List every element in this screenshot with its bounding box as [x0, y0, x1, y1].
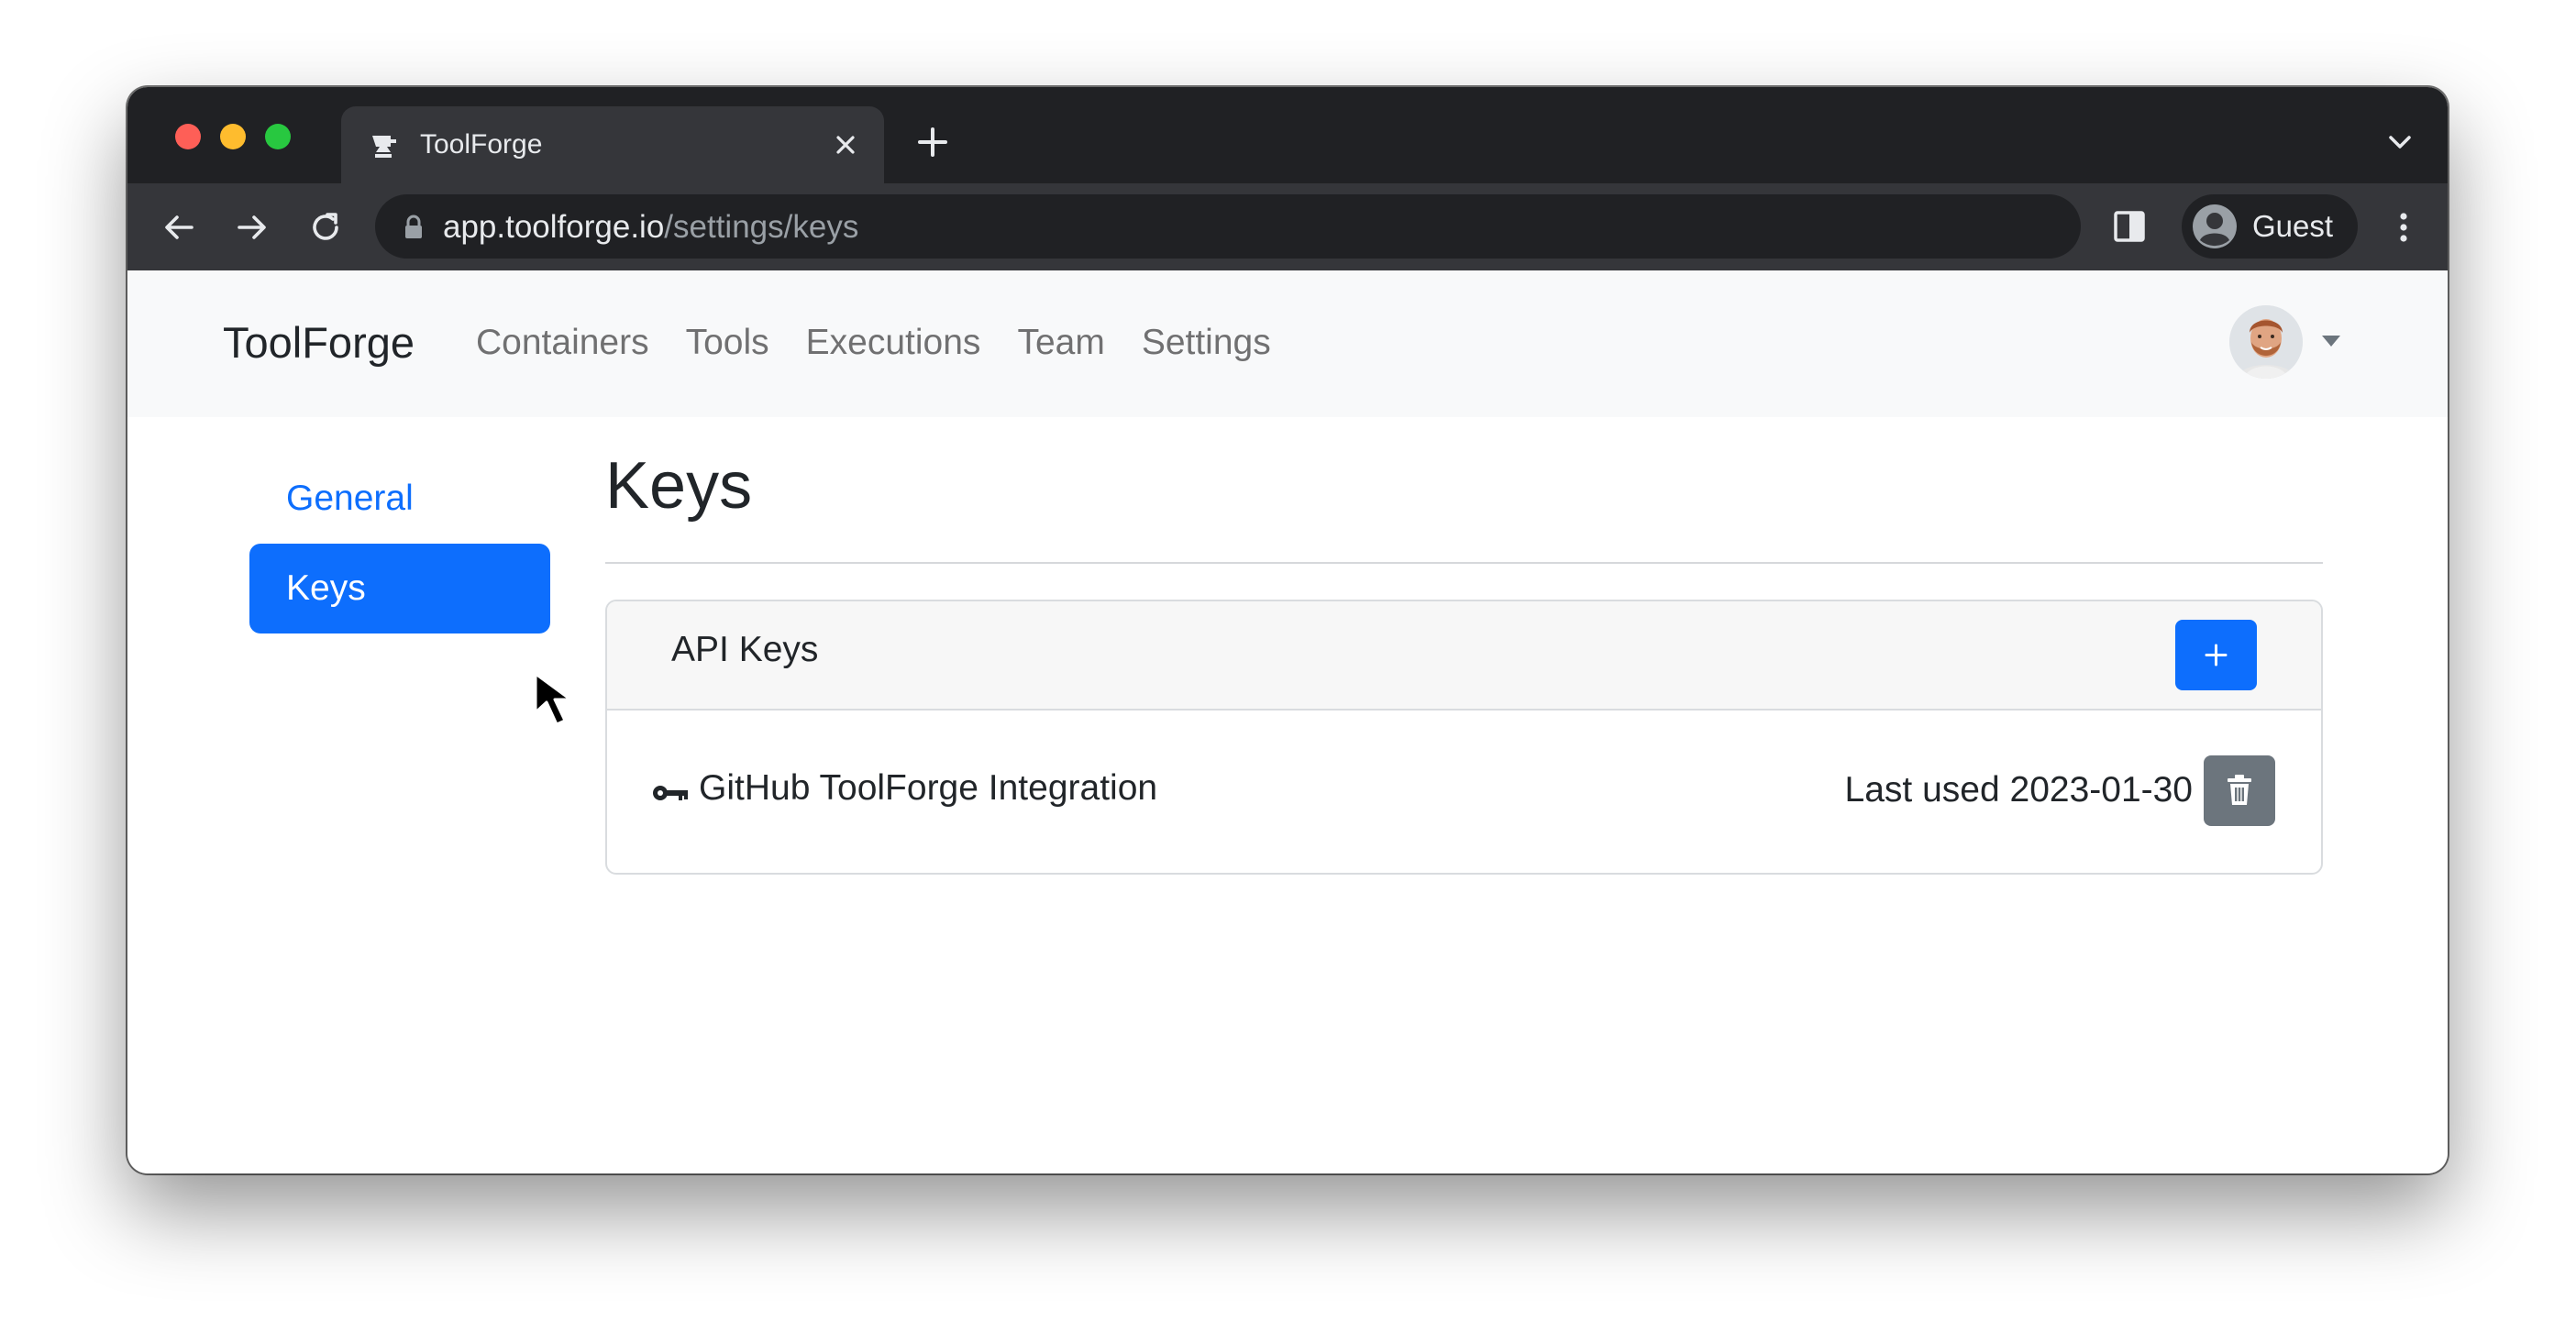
url-path: /settings/keys — [664, 209, 859, 245]
card-header: API Keys — [607, 601, 2321, 711]
app-navbar: ToolForge Containers Tools Executions Te… — [127, 270, 2448, 417]
chevron-down-icon[interactable] — [2385, 127, 2415, 157]
page-content: ToolForge Containers Tools Executions Te… — [127, 270, 2448, 1173]
reload-icon[interactable] — [305, 207, 346, 248]
trash-icon — [2228, 775, 2251, 805]
brand-logo[interactable]: ToolForge — [223, 318, 415, 368]
browser-toolbar: app.toolforge.io/settings/keys Guest — [127, 183, 2448, 270]
caret-down-icon[interactable] — [2321, 335, 2341, 347]
sidebar-item-general[interactable]: General — [249, 454, 550, 544]
list-item: GitHub ToolForge Integration Last used 2… — [607, 711, 2321, 873]
add-key-button[interactable] — [2175, 620, 2257, 690]
nav-link-team[interactable]: Team — [1017, 322, 1104, 364]
user-avatar[interactable] — [2229, 305, 2303, 379]
close-window-button[interactable] — [175, 124, 201, 149]
nav-link-settings[interactable]: Settings — [1142, 322, 1271, 364]
address-bar[interactable]: app.toolforge.io/settings/keys — [375, 194, 2081, 259]
close-tab-icon[interactable] — [829, 128, 862, 161]
sidebar-item-keys[interactable]: Keys — [249, 544, 550, 633]
anvil-icon — [372, 136, 396, 158]
page-title: Keys — [605, 449, 753, 523]
delete-key-button[interactable] — [2204, 755, 2275, 826]
forward-arrow-icon[interactable] — [232, 207, 272, 248]
lock-icon[interactable] — [403, 215, 425, 240]
back-arrow-icon[interactable] — [159, 207, 199, 248]
profile-label: Guest — [2252, 209, 2334, 243]
minimize-window-button[interactable] — [220, 124, 246, 149]
active-tab[interactable]: ToolForge — [341, 106, 884, 183]
profile-button[interactable]: Guest — [2182, 194, 2358, 259]
nav-link-tools[interactable]: Tools — [686, 322, 769, 364]
browser-window: ToolForge app.toolforge.io/settings/keys… — [127, 87, 2448, 1173]
key-name: GitHub ToolForge Integration — [699, 768, 1158, 808]
nav-links: Containers Tools Executions Team Setting… — [476, 322, 1271, 364]
title-divider — [605, 562, 2323, 564]
url-host: app.toolforge.io — [443, 209, 665, 245]
card-title: API Keys — [671, 630, 819, 669]
key-icon — [653, 786, 688, 800]
more-menu-icon[interactable] — [2383, 207, 2424, 248]
settings-sidebar: General Keys — [249, 454, 550, 633]
last-used-text: Last used 2023-01-30 — [1844, 770, 2193, 810]
plus-icon — [2205, 644, 2228, 666]
url-text: app.toolforge.io/settings/keys — [443, 210, 858, 245]
nav-link-containers[interactable]: Containers — [476, 322, 649, 364]
main-panel: Keys API Keys GitHub ToolForge Integrati… — [605, 445, 2323, 875]
tab-title: ToolForge — [420, 129, 543, 160]
api-keys-card: API Keys GitHub ToolForge Integration La… — [605, 600, 2323, 875]
tab-strip: ToolForge — [127, 87, 2448, 183]
new-tab-icon[interactable] — [914, 124, 951, 160]
maximize-window-button[interactable] — [265, 124, 291, 149]
side-panel-icon[interactable] — [2111, 208, 2148, 245]
nav-link-executions[interactable]: Executions — [806, 322, 981, 364]
user-photo — [2229, 305, 2303, 379]
user-avatar-icon — [2193, 204, 2237, 248]
